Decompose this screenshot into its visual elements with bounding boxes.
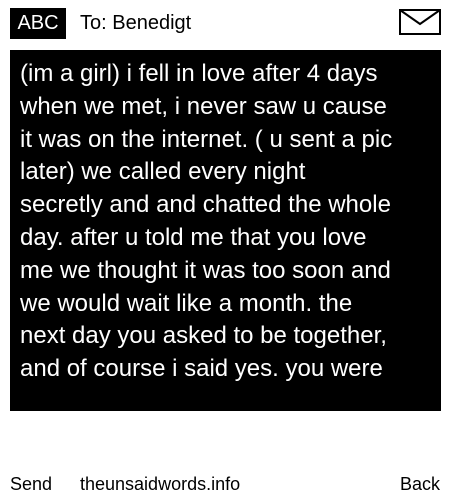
site-label: theunsaidwords.info	[80, 474, 241, 494]
envelope-icon	[399, 9, 441, 35]
back-button[interactable]: Back	[400, 472, 440, 496]
recipient-label: To: Benedigt	[80, 12, 192, 34]
message-text: (im a girl) i fell in love after 4 days …	[20, 60, 393, 383]
input-mode-badge: ABC	[10, 8, 66, 39]
message-body[interactable]: (im a girl) i fell in love after 4 days …	[10, 50, 441, 411]
send-button[interactable]: Send	[10, 472, 52, 496]
